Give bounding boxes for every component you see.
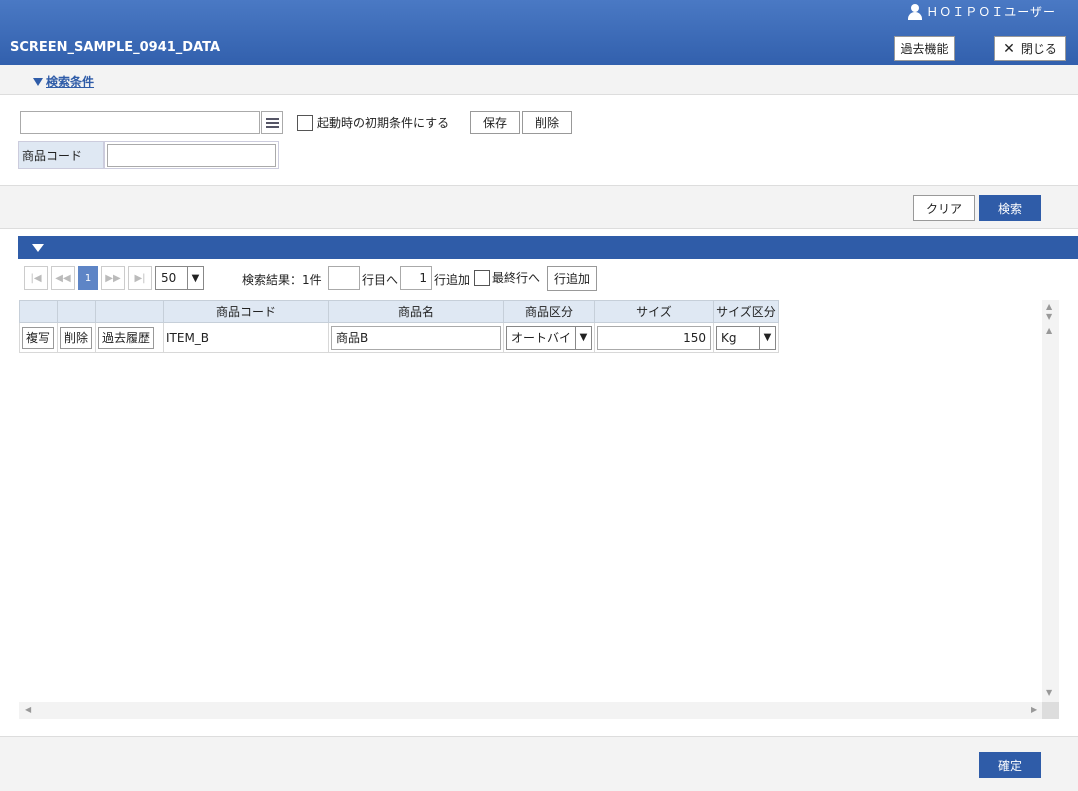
row-jump-label: 行目へ [362, 273, 399, 287]
delete-cell: 削除 [57, 322, 96, 353]
copy-cell: 複写 [19, 322, 58, 353]
table-header-row: 商品コード 商品名 商品区分 サイズ サイズ区分 [19, 300, 779, 323]
delete-condition-button[interactable]: 削除 [522, 111, 572, 134]
add-row-count-input[interactable]: 1 [400, 266, 432, 290]
product-name-cell: 商品B [328, 322, 504, 353]
history-button[interactable]: 過去履歴 [98, 326, 155, 349]
scroll-down-icon[interactable]: ▼ [1046, 312, 1052, 321]
column-header-product-category[interactable]: 商品区分 [503, 300, 595, 323]
product-category-select[interactable]: オートバイ ▼ [506, 325, 592, 350]
column-header [95, 300, 164, 323]
initial-condition-label: 起動時の初期条件にする [317, 116, 450, 130]
product-code-cell [104, 141, 279, 169]
last-row-checkbox[interactable]: 最終行へ [474, 269, 540, 286]
triangle-down-icon [32, 244, 44, 252]
close-icon: ✕ [1003, 40, 1015, 57]
vertical-scrollbar[interactable]: ▲ ▼ ▲ ▼ [1042, 300, 1059, 702]
rows-per-page-value: 50 [161, 271, 177, 285]
triangle-down-icon [33, 77, 43, 86]
history-cell: 過去履歴 [95, 322, 164, 353]
size-unit-value: Kg [721, 330, 737, 345]
column-header-size[interactable]: サイズ [594, 300, 714, 323]
product-category-value: オートバイ [511, 331, 572, 345]
checkbox[interactable] [474, 269, 490, 286]
screen-title: SCREEN_SAMPLE_0941_DATA [10, 40, 221, 55]
dropdown-arrow-icon: ▼ [575, 326, 591, 349]
size-input[interactable]: 150 [597, 325, 711, 350]
dropdown-arrow-icon: ▼ [759, 326, 775, 349]
data-table: 商品コード 商品名 商品区分 サイズ サイズ区分 複写 削除 過去履歴 ITEM… [19, 300, 779, 353]
last-row-label: 最終行へ [492, 271, 541, 285]
size-cell: 150 [594, 322, 714, 353]
copy-button[interactable]: 複写 [22, 326, 55, 349]
scroll-right-icon[interactable]: ▶ [1031, 705, 1037, 714]
column-header [19, 300, 58, 323]
past-function-button[interactable]: 過去機能 [894, 36, 955, 61]
column-header-product-code[interactable]: 商品コード [163, 300, 329, 323]
scroll-down-icon[interactable]: ▼ [1046, 688, 1052, 697]
scrollbar-corner [1042, 702, 1059, 719]
search-condition-area: 起動時の初期条件にする 保存 削除 商品コード [0, 95, 1078, 185]
checkbox[interactable] [297, 114, 313, 131]
dropdown-arrow-icon: ▼ [187, 267, 203, 289]
column-header-size-unit[interactable]: サイズ区分 [713, 300, 779, 323]
product-code-input[interactable] [107, 144, 276, 167]
scroll-left-icon[interactable]: ◀ [25, 705, 31, 714]
search-button[interactable]: 検索 [979, 195, 1041, 221]
next-page-icon[interactable]: ▶▶ [101, 266, 125, 290]
size-unit-cell: Kg ▼ [713, 322, 779, 353]
user-icon [908, 3, 923, 20]
user-info: ＨＯＩＰＯＩユーザー [908, 3, 1056, 20]
delete-row-button[interactable]: 削除 [60, 326, 93, 349]
search-condition-label: 検索条件 [46, 75, 95, 89]
grid-header-bar[interactable] [18, 236, 1078, 259]
search-condition-header: 検索条件 [0, 65, 1078, 95]
app-header: ＨＯＩＰＯＩユーザー SCREEN_SAMPLE_0941_DATA 過去機能 … [0, 0, 1078, 65]
saved-condition-input[interactable] [20, 111, 260, 134]
row-jump-input[interactable] [328, 266, 360, 290]
horizontal-scrollbar[interactable]: ◀ ▶ [19, 702, 1042, 719]
prev-page-icon[interactable]: ◀◀ [51, 266, 75, 290]
size-unit-select[interactable]: Kg ▼ [716, 325, 776, 350]
product-code-label: 商品コード [18, 141, 104, 169]
search-action-bar: クリア 検索 [0, 185, 1078, 229]
column-header [57, 300, 96, 323]
current-page[interactable]: 1 [78, 266, 98, 290]
first-page-icon[interactable]: |◀ [24, 266, 48, 290]
table-row: 複写 削除 過去履歴 ITEM_B 商品B オートバイ ▼ 150 Kg ▼ [19, 322, 779, 353]
close-button[interactable]: ✕ 閉じる [994, 36, 1066, 61]
product-code-cell: ITEM_B [163, 322, 329, 353]
list-icon[interactable] [261, 111, 283, 134]
last-page-icon[interactable]: ▶| [128, 266, 152, 290]
add-row-label: 行追加 [434, 273, 471, 287]
search-condition-toggle[interactable]: 検索条件 [33, 73, 94, 90]
footer-bar: 確定 [0, 736, 1078, 791]
add-row-button[interactable]: 行追加 [547, 266, 597, 291]
column-header-product-name[interactable]: 商品名 [328, 300, 504, 323]
user-name: ＨＯＩＰＯＩユーザー [926, 5, 1056, 19]
scroll-up-icon[interactable]: ▲ [1046, 326, 1052, 335]
rows-per-page-select[interactable]: 50 ▼ [155, 266, 204, 290]
confirm-button[interactable]: 確定 [979, 752, 1041, 778]
clear-button[interactable]: クリア [913, 195, 975, 221]
product-category-cell: オートバイ ▼ [503, 322, 595, 353]
result-count: 検索結果：1件 [242, 273, 322, 287]
product-name-input[interactable]: 商品B [331, 325, 501, 350]
scroll-up-icon[interactable]: ▲ [1046, 302, 1052, 311]
pager: |◀ ◀◀ 1 ▶▶ ▶| 50 ▼ [24, 266, 204, 290]
initial-condition-checkbox[interactable]: 起動時の初期条件にする [297, 114, 449, 131]
save-button[interactable]: 保存 [470, 111, 520, 134]
close-label: 閉じる [1020, 42, 1057, 56]
